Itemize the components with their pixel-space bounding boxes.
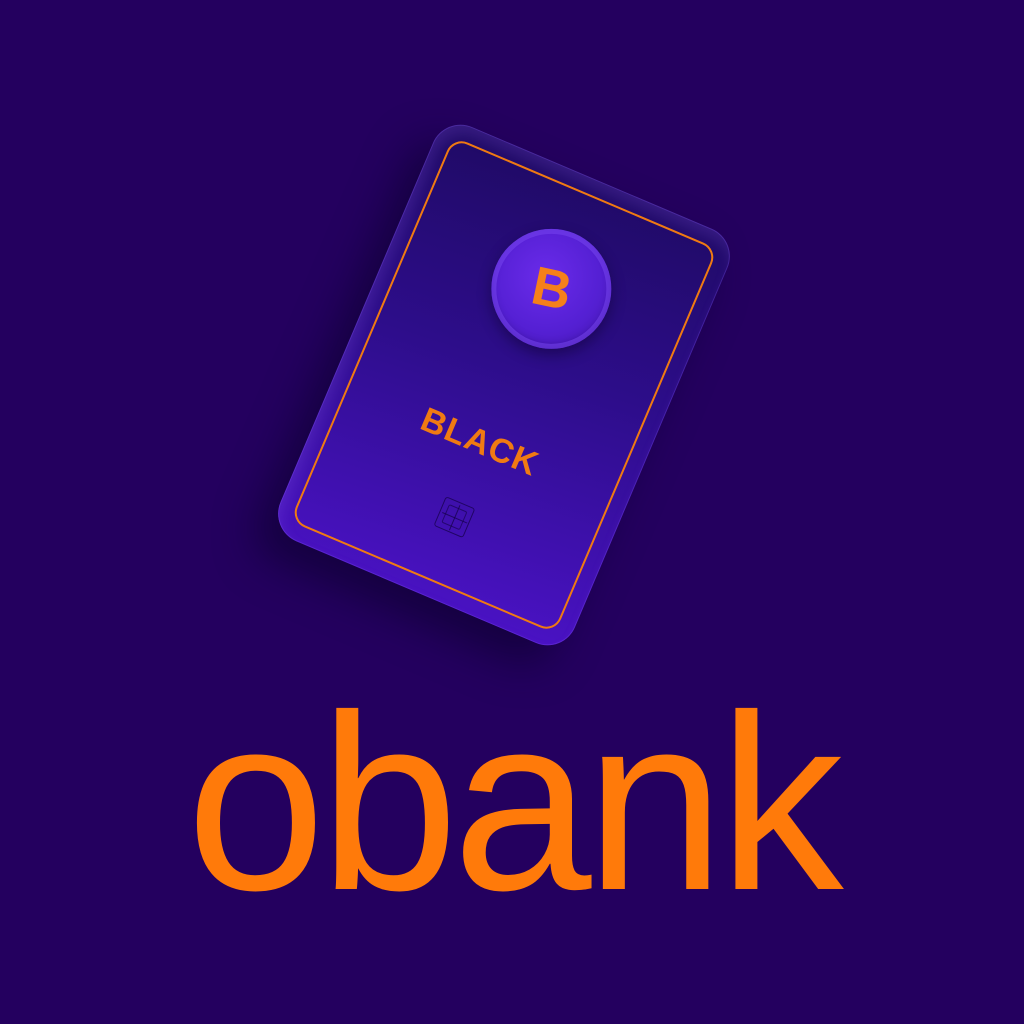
black-card: B BLACK <box>268 115 740 655</box>
brand-b-coin-icon: B <box>491 228 612 349</box>
card-chip-inner <box>441 504 468 531</box>
coin-letter: B <box>526 255 577 323</box>
brand-wordmark: obank <box>186 663 843 942</box>
brand-poster: B BLACK obank <box>0 0 1024 1024</box>
